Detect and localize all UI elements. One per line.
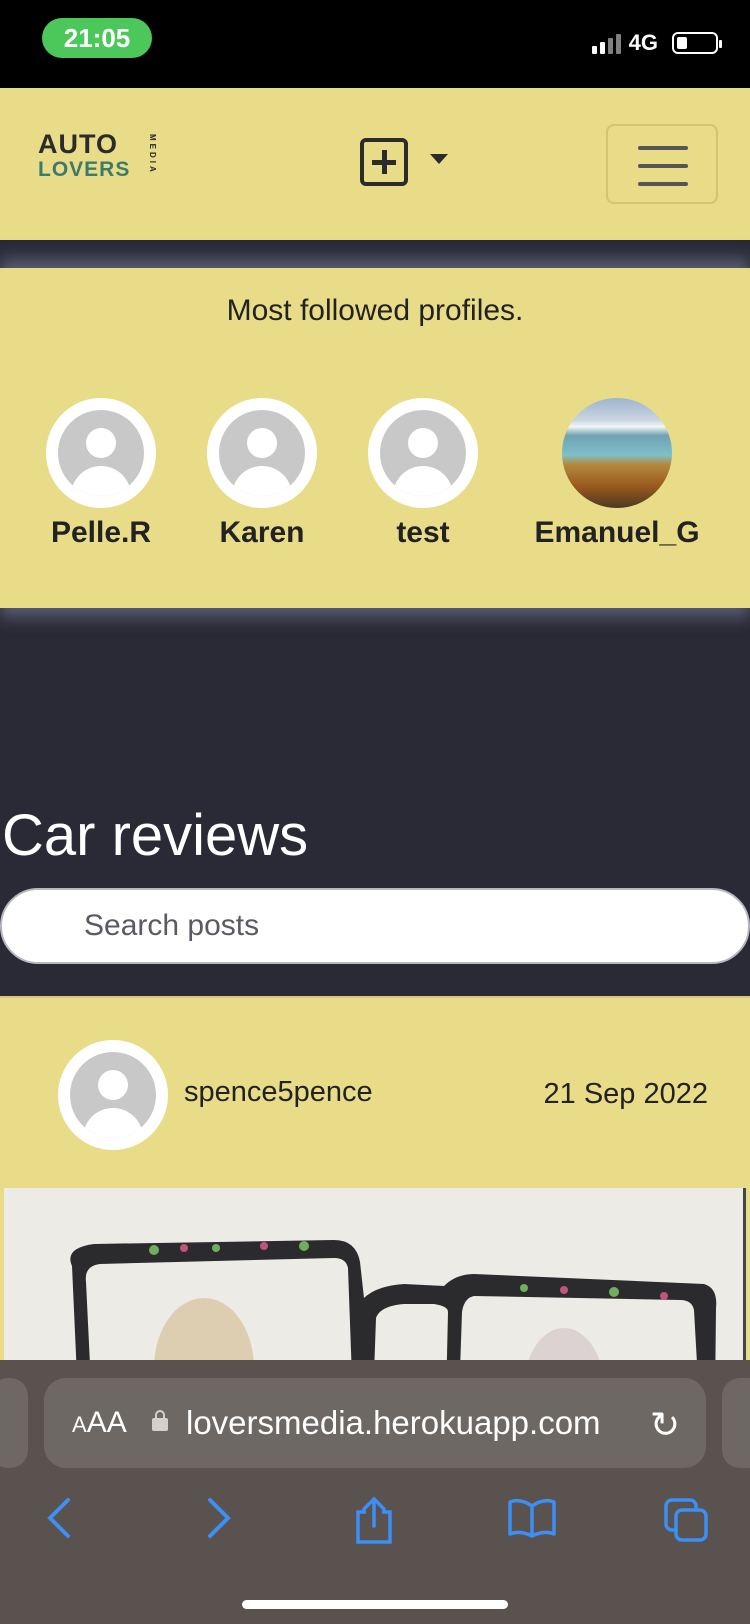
page-title: Car reviews — [2, 803, 309, 868]
search-input[interactable] — [0, 888, 750, 964]
forward-icon[interactable] — [204, 1496, 234, 1551]
reload-icon[interactable]: ↻ — [650, 1404, 680, 1446]
profile-card[interactable]: Pelle.R — [11, 398, 191, 550]
avatar[interactable] — [58, 1040, 168, 1150]
share-icon[interactable] — [352, 1496, 396, 1557]
profile-card[interactable]: test — [333, 398, 513, 550]
browser-toolbar: AAA loversmedia.herokuapp.com ↻ — [0, 1360, 750, 1624]
panel-title: Most followed profiles. — [226, 294, 524, 327]
profile-name[interactable]: test — [333, 516, 513, 550]
network-label: 4G — [628, 30, 658, 55]
reader-settings-button[interactable]: AAA — [72, 1406, 127, 1440]
home-indicator[interactable] — [242, 1600, 508, 1609]
avatar[interactable] — [368, 398, 478, 508]
most-followed-panel: Most followed profiles. Pelle.R Karen te… — [0, 268, 750, 608]
profile-name[interactable]: Pelle.R — [11, 516, 191, 550]
logo[interactable]: AUTO LOVERS MEDIA — [38, 129, 157, 182]
bookmarks-icon[interactable] — [506, 1496, 558, 1551]
hamburger-icon[interactable] — [606, 124, 718, 204]
logo-line-2: LOVERS — [38, 158, 131, 181]
profile-card[interactable]: Emanuel_G — [527, 398, 707, 550]
caret-down-icon[interactable] — [430, 154, 448, 164]
profile-name[interactable]: Emanuel_G — [527, 516, 707, 550]
add-post-icon[interactable] — [360, 138, 408, 186]
previous-tab-preview[interactable] — [0, 1378, 28, 1468]
logo-line-1: AUTO — [38, 129, 119, 159]
url-text[interactable]: loversmedia.herokuapp.com — [186, 1404, 601, 1442]
status-time: 21:05 — [42, 18, 152, 58]
navbar: AUTO LOVERS MEDIA — [0, 88, 750, 240]
address-bar[interactable]: AAA loversmedia.herokuapp.com ↻ — [44, 1378, 706, 1468]
next-tab-preview[interactable] — [722, 1378, 750, 1468]
battery-icon — [672, 32, 722, 54]
profile-card[interactable]: Karen — [172, 398, 352, 550]
status-bar: 21:05 4G — [0, 0, 750, 88]
lock-icon — [152, 1410, 168, 1431]
logo-side-text: MEDIA — [148, 134, 157, 175]
signal-icon — [591, 32, 621, 54]
post-author[interactable]: spence5pence — [184, 1076, 373, 1109]
avatar[interactable] — [46, 398, 156, 508]
back-icon[interactable] — [44, 1496, 74, 1551]
tabs-icon[interactable] — [662, 1496, 712, 1557]
status-indicators: 4G — [591, 30, 722, 56]
profile-name[interactable]: Karen — [172, 516, 352, 550]
avatar[interactable] — [207, 398, 317, 508]
post-date: 21 Sep 2022 — [543, 1078, 708, 1110]
avatar[interactable] — [562, 398, 672, 508]
